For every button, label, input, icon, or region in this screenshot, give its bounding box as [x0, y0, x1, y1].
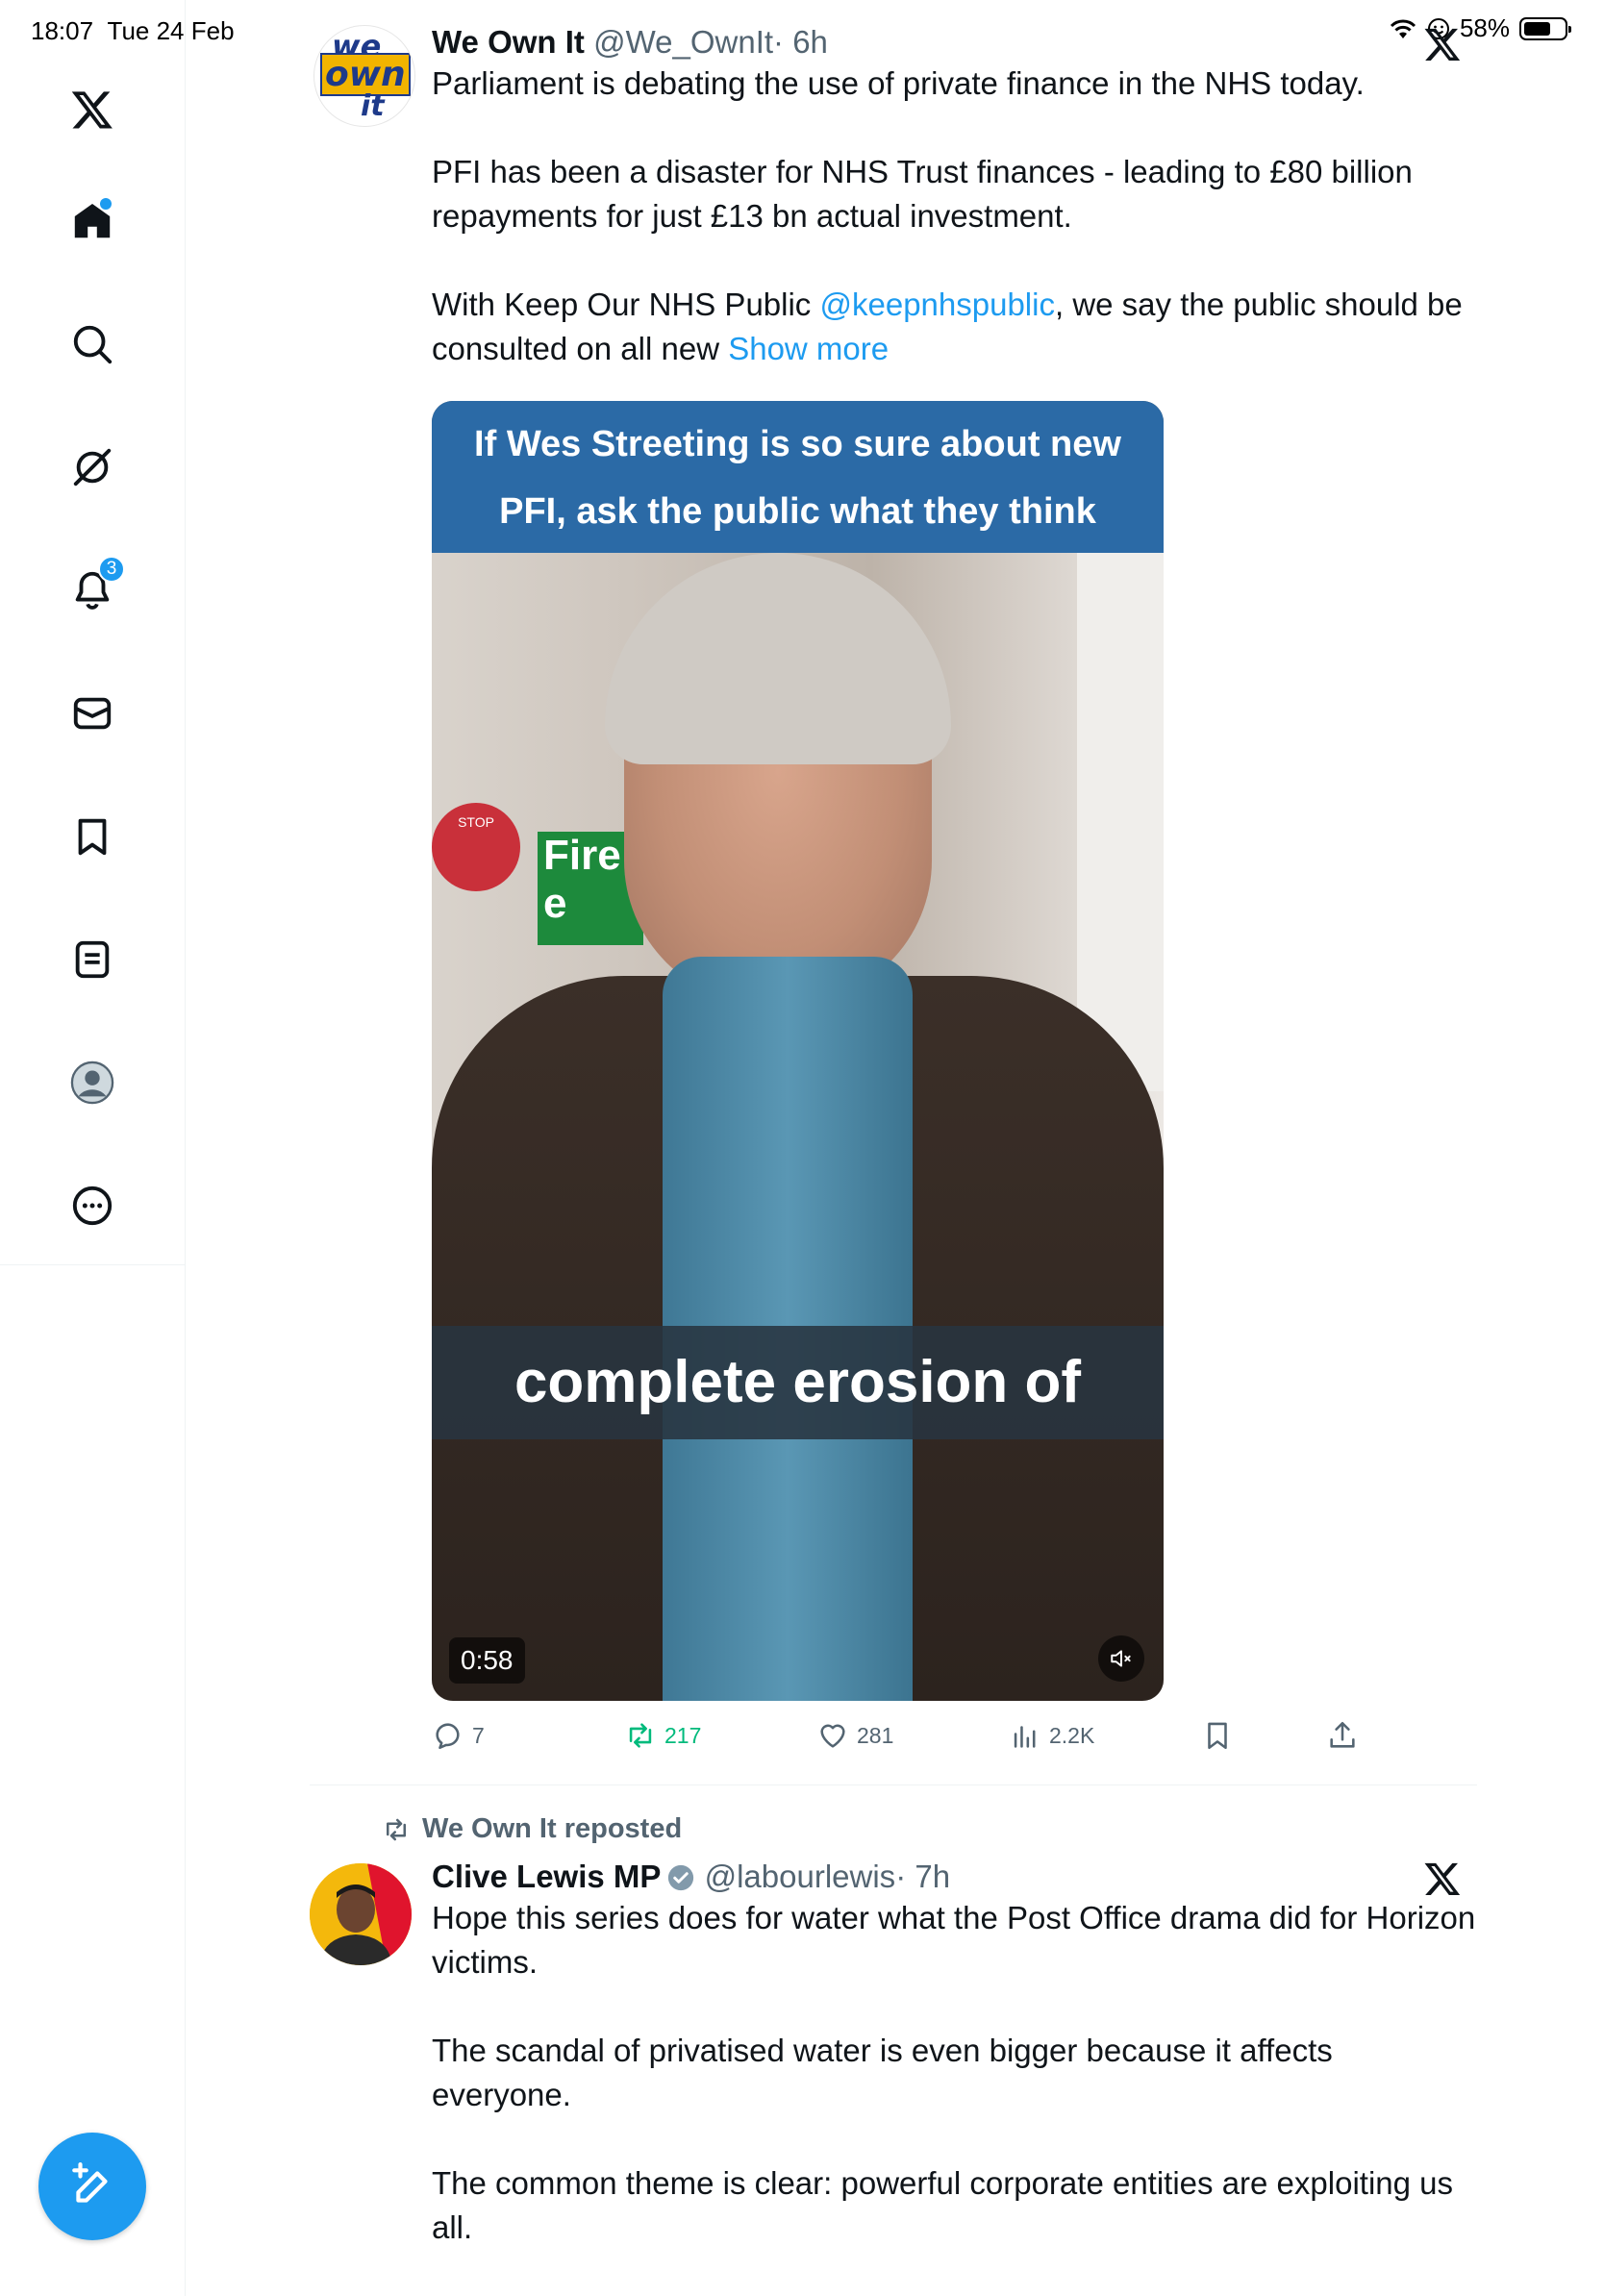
mute-button[interactable]	[1098, 1635, 1144, 1682]
avatar[interactable]: we own it	[313, 25, 415, 127]
grok-icon	[73, 448, 112, 487]
tweet-header: We Own It @We_OwnIt· 6h	[432, 23, 1477, 62]
sidebar: 3	[0, 0, 186, 2296]
tweet-header: Clive Lewis MP @labourlewis· 7h	[432, 1858, 1477, 1896]
tweet-paragraph: The common theme is clear: powerful corp…	[432, 2165, 1454, 2245]
author-name[interactable]: We Own It	[432, 24, 585, 60]
x-logo-icon[interactable]	[62, 79, 123, 140]
tweet-time[interactable]: · 6h	[773, 24, 828, 60]
tweet-text: Parliament is debating the use of privat…	[432, 62, 1477, 371]
tweet-body: We Own It @We_OwnIt· 6h Parliament is de…	[432, 23, 1477, 371]
avatar[interactable]	[310, 1863, 412, 1965]
repost-icon	[629, 1723, 652, 1748]
heart-icon	[820, 1724, 845, 1748]
video-duration: 0:58	[449, 1637, 525, 1684]
list-icon	[75, 940, 110, 979]
like-button[interactable]: 281	[816, 1719, 893, 1752]
share-icon	[1330, 1721, 1355, 1748]
repost-context: We Own It reposted	[382, 1813, 682, 1845]
author-handle[interactable]: @We_OwnIt	[593, 24, 773, 60]
tweet-video[interactable]: STOP Fire e If Wes Streeting is so sure …	[432, 401, 1164, 1701]
more-icon	[72, 1185, 113, 1226]
tweet-paragraph: PFI has been a disaster for NHS Trust fi…	[432, 154, 1413, 234]
sidebar-item-more[interactable]	[62, 1175, 123, 1236]
view-count: 2.2K	[1049, 1722, 1095, 1748]
compose-button[interactable]	[38, 2133, 146, 2240]
tweet-paragraph: With Keep Our NHS Public @keepnhspublic,…	[432, 287, 1463, 366]
repost-label[interactable]: We Own It reposted	[422, 1813, 682, 1845]
sidebar-item-lists[interactable]	[62, 929, 123, 990]
author-handle[interactable]: @labourlewis	[705, 1859, 896, 1894]
sidebar-item-home[interactable]	[62, 190, 123, 252]
mail-icon	[73, 697, 112, 730]
tweet-body: Clive Lewis MP @labourlewis· 7h Hope thi…	[432, 1858, 1477, 2250]
battery-icon	[1519, 16, 1571, 40]
tweet-time[interactable]: · 7h	[895, 1859, 950, 1894]
repost-button[interactable]: 217	[624, 1719, 701, 1752]
tweet-separator	[310, 1784, 1477, 1785]
sidebar-item-profile[interactable]	[62, 1052, 123, 1113]
avatar-image	[310, 1863, 412, 1965]
sidebar-item-notifications[interactable]: 3	[62, 556, 125, 621]
sidebar-item-explore[interactable]	[62, 313, 123, 375]
share-button[interactable]	[1326, 1719, 1359, 1752]
avatar-icon	[70, 1061, 114, 1105]
video-frame: STOP Fire e	[432, 553, 1164, 1701]
repost-count: 217	[664, 1722, 702, 1748]
author-name[interactable]: Clive Lewis MP	[432, 1859, 661, 1894]
tweet-paragraph: Hope this series does for water what the…	[432, 1900, 1476, 1980]
tweet-paragraph: The scandal of privatised water is even …	[432, 2033, 1333, 2112]
verified-badge-icon	[668, 1864, 694, 1891]
compose-icon	[72, 2162, 108, 2203]
sidebar-item-bookmarks[interactable]	[62, 806, 123, 867]
video-banner: If Wes Streeting is so sure about new PF…	[432, 401, 1164, 553]
sidebar-divider	[0, 1264, 185, 1265]
notification-badge: 3	[98, 556, 125, 583]
bookmark-button[interactable]	[1201, 1719, 1234, 1752]
mention-link[interactable]: @keepnhspublic	[819, 287, 1055, 322]
bookmark-icon	[1208, 1722, 1227, 1750]
speaker-muted-icon	[1111, 1650, 1131, 1667]
stop-sign: STOP	[432, 803, 520, 891]
views-button[interactable]: 2.2K	[1009, 1719, 1094, 1752]
reply-button[interactable]: 7	[432, 1719, 485, 1752]
search-icon	[73, 325, 113, 364]
reply-icon	[436, 1723, 460, 1750]
reply-count: 7	[472, 1722, 485, 1748]
bookmark-icon	[78, 818, 107, 856]
tweet-paragraph: Parliament is debating the use of privat…	[432, 65, 1365, 101]
x-logo-icon[interactable]	[1423, 1859, 1462, 1898]
home-notification-dot	[100, 198, 112, 210]
like-count: 281	[857, 1722, 894, 1748]
sidebar-item-messages[interactable]	[62, 683, 123, 744]
tweet-actions: 7 217 281 2.2K	[432, 1719, 1393, 1758]
tweet-text: Hope this series does for water what the…	[432, 1896, 1477, 2250]
repost-icon	[387, 1818, 406, 1840]
x-logo-icon[interactable]	[1423, 25, 1462, 63]
views-icon	[1014, 1726, 1036, 1748]
video-caption: complete erosion of	[432, 1326, 1164, 1439]
sidebar-item-grok[interactable]	[62, 437, 123, 498]
show-more-link[interactable]: Show more	[728, 331, 889, 366]
